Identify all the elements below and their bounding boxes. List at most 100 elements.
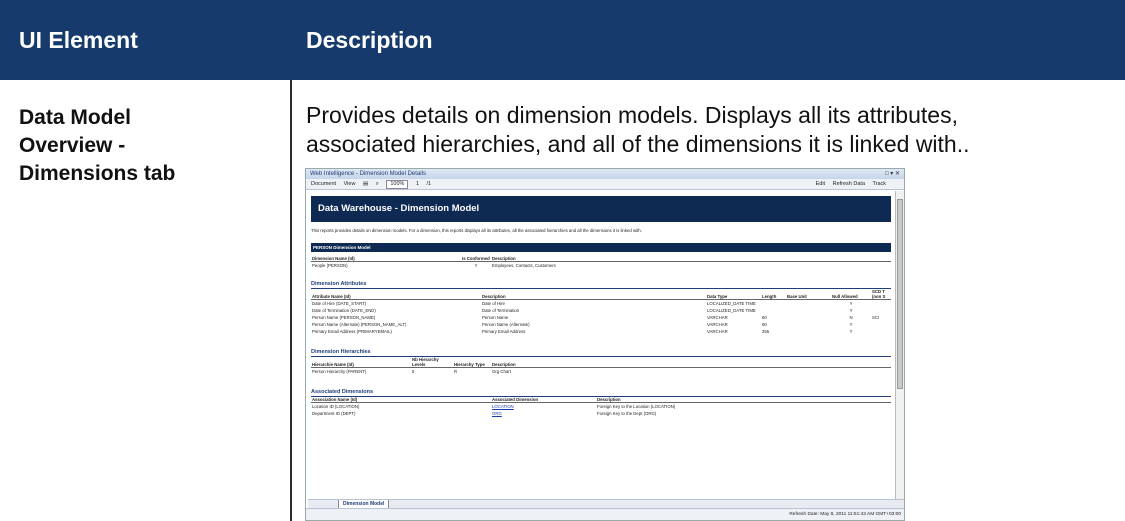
associated-heading: Associated Dimensions	[311, 389, 891, 397]
page-total: /1	[426, 181, 432, 187]
vertical-scrollbar[interactable]	[895, 191, 904, 499]
dimension-link[interactable]: ORG	[491, 410, 596, 417]
cell: People (PERSON)	[312, 263, 348, 268]
cell: Y	[849, 308, 853, 313]
cell	[871, 321, 891, 328]
report-area: Data Warehouse - Dimension Model This re…	[308, 191, 893, 499]
cell: Person Hierarchy (PARENT)	[312, 369, 367, 374]
cell: Location ID (LOCATION)	[312, 404, 360, 409]
col-header: Description	[491, 357, 891, 368]
cell: 255	[762, 329, 770, 334]
table-row: Person Hierarchy (PARENT) 5 R Org Chart	[311, 368, 891, 376]
report-intro: This reports provides details on dimensi…	[311, 228, 642, 233]
cell: Date of Hire (DATE_START)	[312, 301, 367, 306]
row-label-line: Data Model	[19, 106, 132, 129]
row-description: Provides details on dimension models. Di…	[306, 101, 1106, 159]
col-header: SCD T (non S	[871, 289, 891, 300]
cell: Primary Email Address (PRIMARYEMAIL)	[312, 329, 392, 334]
col-header: Hierarchy Type	[453, 357, 491, 368]
track-button[interactable]: Track	[872, 181, 886, 187]
dimension-link[interactable]: LOCATION	[491, 403, 596, 411]
table-row: Primary Email Address (PRIMARYEMAIL) Prim…	[311, 328, 891, 335]
cell: Primary Email Address	[482, 329, 526, 334]
cell: Department ID (DEPT)	[312, 411, 356, 416]
table-row: Person Name (PERSON_NAME) Person Name VARC…	[311, 314, 891, 321]
cell	[786, 314, 831, 321]
table-header: UI Element Description	[0, 0, 1125, 80]
attributes-table: Attribute Name (Id) Description Data Type L…	[311, 289, 891, 335]
doc-page: UI Element Description Data Model Overvi…	[0, 0, 1125, 521]
cell: VARCHAR	[707, 322, 728, 327]
col-header: Description	[481, 289, 706, 300]
cell: VARCHAR	[707, 329, 728, 334]
cell: Y	[474, 263, 478, 268]
status-bar: Refresh Date: May 8, 2011 11:51:43 AM GM…	[306, 508, 904, 520]
zoom-select[interactable]: 100%	[386, 180, 409, 189]
cell: Employees, Contacts, Customers	[492, 263, 556, 268]
save-icon[interactable]: ▤	[363, 181, 368, 187]
edit-button[interactable]: Edit	[816, 181, 825, 187]
view-menu[interactable]: View	[344, 181, 356, 187]
header-description: Description	[306, 26, 433, 53]
dimension-model-table: Dimension Name (Id) Is Conformed Descripti…	[311, 256, 891, 269]
col-header: Length	[761, 289, 786, 300]
find-icon[interactable]: ⌕	[376, 181, 379, 187]
window-controls-icon: □ ▾ ✕	[885, 171, 900, 177]
cell: 5	[412, 369, 415, 374]
table-row: Department ID (DEPT) ORG Foreign Key to th…	[311, 410, 891, 417]
cell: Foreign Key to the Dept (ORG)	[597, 411, 657, 416]
cell: Y	[849, 329, 853, 334]
cell: Date of Hire	[482, 301, 505, 306]
row-label: Data Model Overview - Dimensions tab	[19, 104, 175, 188]
cell	[786, 300, 831, 308]
cell	[871, 328, 891, 335]
cell: Date of Termination	[482, 308, 520, 313]
toolbar: Document View ▤ ⌕ 100% 1 /1 Edit Refresh…	[306, 179, 904, 190]
cell	[786, 307, 831, 314]
embedded-screenshot: Web Intelligence - Dimension Model Detai…	[305, 168, 905, 521]
refresh-button[interactable]: Refresh Data	[833, 181, 865, 187]
hierarchies-table: Hierarchie Name (Id) Nb Hierarchy Levels H…	[311, 357, 891, 375]
cell	[761, 307, 786, 314]
desc-line: associated hierarchies, and all of the d…	[306, 131, 970, 157]
desc-line: Provides details on dimension models. Di…	[306, 102, 958, 128]
row-label-line: Overview -	[19, 134, 126, 157]
scroll-thumb[interactable]	[897, 199, 903, 389]
cell: VARCHAR	[707, 315, 728, 320]
cell	[871, 307, 891, 314]
col-header: Hierarchie Name (Id)	[311, 357, 411, 368]
col-header: Null Allowed	[831, 289, 871, 300]
header-ui-element: UI Element	[19, 26, 138, 53]
page-input[interactable]: 1	[416, 181, 419, 187]
row-label-line: Dimensions tab	[19, 162, 176, 185]
attributes-heading: Dimension Attributes	[311, 281, 891, 289]
cell: Person Name (Alternate) (PERSON_NAME_ALT…	[312, 322, 407, 327]
document-menu[interactable]: Document	[311, 181, 336, 187]
hierarchies-heading: Dimension Hierarchies	[311, 349, 891, 357]
col-header: Attribute Name (Id)	[311, 289, 481, 300]
cell	[871, 300, 891, 308]
cell: Person Name (Alternate)	[482, 322, 530, 327]
col-header: Nb Hierarchy Levels	[411, 357, 453, 368]
window-title: Web Intelligence - Dimension Model Detai…	[310, 171, 426, 177]
cell	[786, 328, 831, 335]
cell: SCI	[872, 315, 880, 320]
cell	[786, 321, 831, 328]
table-row: Person Name (Alternate) (PERSON_NAME_ALT…	[311, 321, 891, 328]
cell	[761, 300, 786, 308]
cell: Y	[849, 322, 853, 327]
col-header: Is Conformed	[461, 256, 491, 262]
window-titlebar: Web Intelligence - Dimension Model Detai…	[306, 169, 904, 179]
report-title: Data Warehouse - Dimension Model	[311, 196, 891, 222]
cell: Y	[849, 301, 853, 306]
toolbar-right: Edit Refresh Data Track	[816, 179, 892, 190]
cell: 60	[762, 322, 767, 327]
cell: Org Chart	[492, 369, 511, 374]
cell: LOCALIZED_DATE TIME	[707, 301, 756, 306]
associated-table: Association Name (Id) Associated Dimensio…	[311, 397, 891, 417]
cell: R	[454, 369, 458, 374]
cell: Person Name (PERSON_NAME)	[312, 315, 376, 320]
col-header: Data Type	[706, 289, 761, 300]
cell: 60	[762, 315, 767, 320]
table-row: People (PERSON) Y Employees, Contacts, Cus…	[311, 262, 891, 270]
